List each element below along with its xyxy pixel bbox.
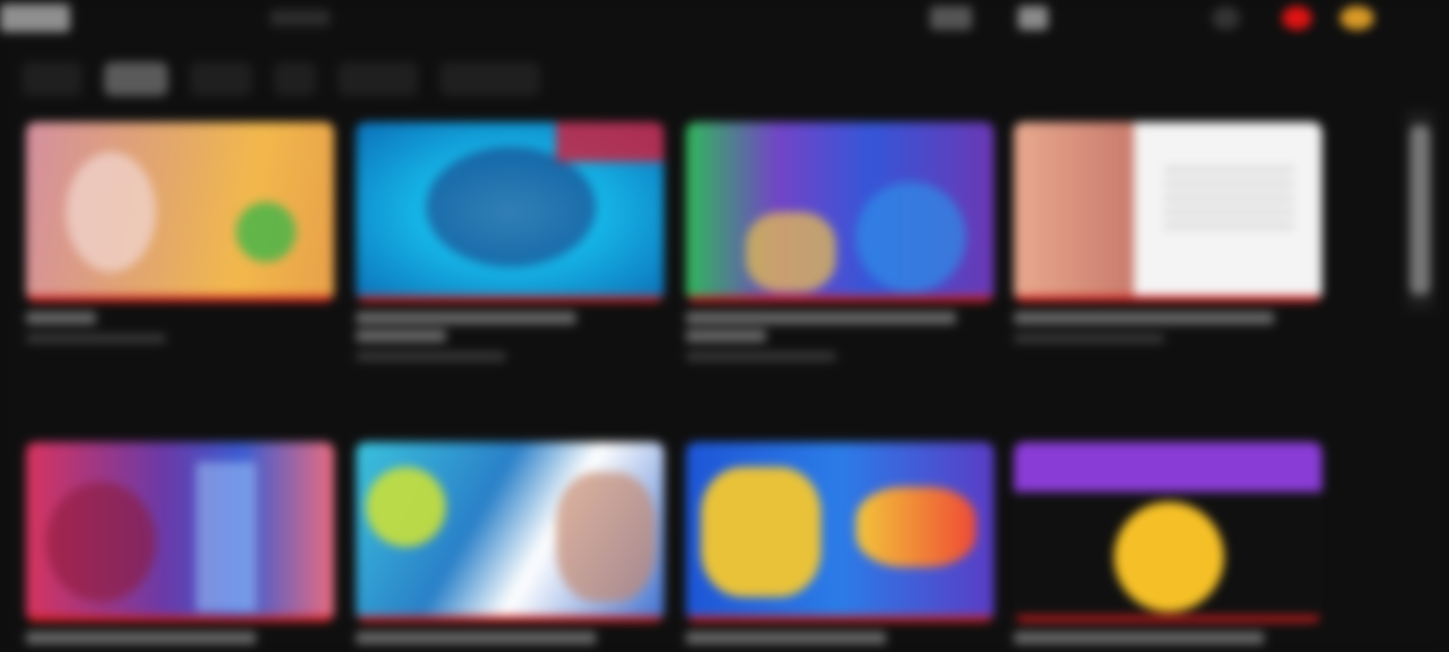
video-title[interactable] (26, 312, 96, 324)
video-title-line-2[interactable] (356, 330, 446, 342)
video-card[interactable] (356, 442, 664, 644)
watch-progress-bar (26, 296, 334, 302)
video-card[interactable] (1014, 442, 1322, 644)
video-title[interactable] (26, 632, 256, 644)
watch-progress-bar (356, 616, 664, 622)
chip-3[interactable] (190, 62, 252, 96)
video-card[interactable] (26, 442, 334, 644)
chip-4[interactable] (274, 62, 316, 96)
video-thumbnail[interactable] (1014, 122, 1322, 302)
watch-progress-bar (686, 616, 994, 622)
video-thumbnail[interactable] (356, 442, 664, 622)
video-card[interactable] (26, 122, 334, 343)
video-title[interactable] (356, 312, 576, 324)
video-thumbnail[interactable] (356, 122, 664, 302)
video-title[interactable] (686, 632, 886, 644)
notification-badge-icon[interactable] (1282, 6, 1312, 30)
video-title[interactable] (1014, 632, 1264, 644)
watch-progress-bar (686, 296, 994, 302)
video-thumbnail[interactable] (26, 442, 334, 622)
video-thumbnail[interactable] (1014, 442, 1322, 622)
video-meta (1014, 334, 1164, 343)
page (0, 0, 1449, 652)
video-thumbnail[interactable] (686, 442, 994, 622)
logo-icon[interactable] (0, 4, 70, 32)
search-input[interactable] (270, 10, 330, 26)
avatar[interactable] (1340, 6, 1374, 30)
chip-1[interactable] (22, 62, 82, 96)
watch-progress-bar (26, 616, 334, 622)
video-meta (686, 352, 836, 361)
chevron-right-icon[interactable] (562, 62, 584, 96)
video-title[interactable] (356, 632, 596, 644)
watch-progress-bar (356, 296, 664, 302)
top-bar (0, 0, 1449, 48)
video-card[interactable] (686, 442, 994, 644)
video-title[interactable] (686, 312, 956, 324)
video-card[interactable] (1014, 122, 1322, 343)
notifications-icon[interactable] (1018, 6, 1048, 30)
chip-2[interactable] (104, 62, 168, 96)
scrollbar-thumb[interactable] (1410, 125, 1430, 295)
video-card[interactable] (356, 122, 664, 361)
chip-5[interactable] (338, 62, 418, 96)
video-thumbnail[interactable] (686, 122, 994, 302)
video-title[interactable] (1014, 312, 1274, 324)
video-card[interactable] (686, 122, 994, 361)
video-meta (356, 352, 506, 361)
create-icon[interactable] (930, 6, 972, 30)
watch-progress-bar (1014, 616, 1322, 622)
video-thumbnail[interactable] (26, 122, 334, 302)
apps-icon[interactable] (1212, 6, 1240, 30)
video-title-line-2[interactable] (686, 330, 766, 342)
watch-progress-bar (1014, 296, 1322, 302)
filter-chips (22, 62, 584, 96)
chip-6[interactable] (440, 62, 540, 96)
video-meta (26, 334, 166, 343)
